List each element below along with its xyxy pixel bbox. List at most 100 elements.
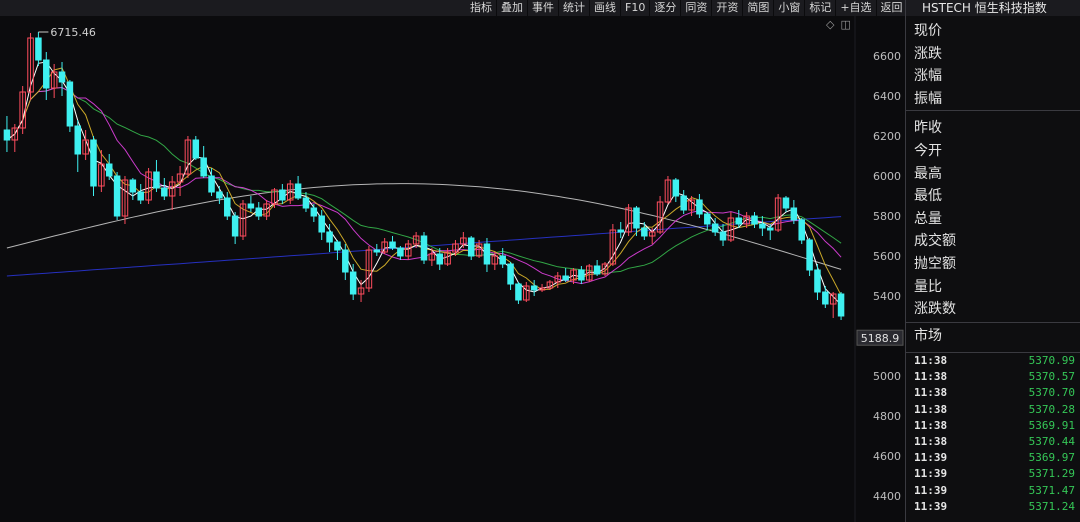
y-tick-label: 6600 bbox=[873, 50, 901, 63]
tick-price: 5371.47 bbox=[1028, 483, 1075, 497]
candle-body bbox=[279, 189, 286, 201]
candle-body bbox=[129, 179, 137, 193]
candle-body bbox=[436, 253, 443, 265]
quote-field-label: 涨幅 bbox=[914, 68, 942, 85]
toolbar-button[interactable]: 叠加 bbox=[497, 0, 528, 16]
toolbar-button[interactable]: 事件 bbox=[528, 0, 559, 16]
candle-body bbox=[74, 125, 82, 155]
tick-time: 11:39 bbox=[914, 467, 948, 481]
candle-body bbox=[397, 247, 404, 257]
candle-body bbox=[578, 269, 585, 281]
candle-body bbox=[719, 231, 727, 241]
candle-body bbox=[192, 139, 200, 159]
tick-price: 5369.97 bbox=[1028, 451, 1075, 465]
y-tick-label: 4600 bbox=[873, 450, 901, 463]
y-tick-label: 5000 bbox=[873, 370, 901, 383]
candle-body bbox=[326, 231, 333, 243]
candle-body bbox=[672, 179, 680, 197]
quote-field-label: 昨收 bbox=[914, 120, 942, 137]
toolbar-button[interactable]: 指标 bbox=[466, 0, 497, 16]
tick-price: 5369.91 bbox=[1028, 418, 1075, 432]
tick-list[interactable]: 11:38 5370.99 11:38 5370.57 11:38 5370.70 11:3… bbox=[906, 352, 1080, 515]
candle-body bbox=[822, 291, 829, 305]
candle-body bbox=[208, 175, 215, 193]
candle-body bbox=[617, 229, 624, 233]
candle-body bbox=[515, 283, 522, 301]
toolbar-button[interactable]: 逐分 bbox=[650, 0, 682, 16]
tick-row: 11:38 5370.70 bbox=[906, 385, 1080, 401]
candle-body bbox=[373, 249, 381, 253]
chart-icon-bar: ◇ ◫ bbox=[826, 18, 857, 31]
quote-field-label: 涨跌 bbox=[914, 45, 942, 62]
candle-body bbox=[814, 269, 821, 293]
tick-row: 11:39 5371.24 bbox=[906, 499, 1080, 515]
tick-time: 11:39 bbox=[914, 451, 948, 465]
market-label: 市场 bbox=[914, 328, 942, 344]
candle-body bbox=[137, 191, 144, 201]
quote-field-label: 今开 bbox=[914, 142, 942, 159]
toolbar-button[interactable]: 标记 bbox=[805, 0, 837, 16]
candle-body bbox=[735, 217, 743, 225]
tick-time: 11:39 bbox=[914, 499, 948, 513]
candle-body bbox=[294, 183, 302, 199]
toolbar-button[interactable]: 简图 bbox=[743, 0, 775, 16]
candle-body bbox=[530, 285, 538, 291]
quote-field-label: 成交额 bbox=[914, 233, 956, 250]
y-tick-label: 6400 bbox=[873, 90, 901, 103]
candlestick-chart[interactable]: 4400460048005000520054005600580060006200… bbox=[0, 16, 905, 522]
toolbar-button[interactable]: F10 bbox=[621, 0, 651, 16]
tick-price: 5370.99 bbox=[1028, 354, 1075, 367]
candle-body bbox=[302, 197, 310, 209]
quote-panel: HSTECH 恒生科技指数 现价 涨跌 涨幅 振幅 昨收 今开 最高 最低 总量 成交额 抛空额 量比… bbox=[905, 0, 1080, 522]
toolbar-button[interactable]: 开资 bbox=[712, 0, 744, 16]
tick-row: 11:38 5370.28 bbox=[906, 402, 1080, 418]
tick-price: 5371.24 bbox=[1028, 499, 1075, 513]
candle-body bbox=[231, 215, 239, 237]
tick-time: 11:38 bbox=[914, 386, 948, 400]
toolbar-button[interactable]: 同资 bbox=[681, 0, 713, 16]
quote-field-label: 振幅 bbox=[914, 90, 942, 107]
y-tick-label: 4400 bbox=[873, 490, 901, 503]
candle-body bbox=[43, 59, 50, 89]
quote-field-label: 现价 bbox=[914, 23, 942, 39]
candle-body bbox=[216, 191, 223, 199]
quote-field-label: 量比 bbox=[914, 278, 942, 295]
layout-icon[interactable]: ◫ bbox=[840, 18, 850, 31]
candle-body bbox=[562, 275, 569, 281]
candle-body bbox=[255, 207, 263, 217]
tick-price: 5370.57 bbox=[1028, 370, 1075, 384]
tick-row: 11:38 5370.57 bbox=[906, 369, 1080, 385]
y-tick-label: 5800 bbox=[873, 210, 901, 223]
y-tick-label: 6000 bbox=[873, 170, 901, 183]
index-title: HSTECH 恒生科技指数 bbox=[906, 0, 1080, 16]
toolbar-button[interactable]: 返回 bbox=[877, 0, 908, 16]
y-tick-label: 4800 bbox=[873, 410, 901, 423]
toolbar-button[interactable]: 小窗 bbox=[774, 0, 806, 16]
tick-time: 11:38 bbox=[914, 354, 948, 367]
quote-field-label: 涨跌数 bbox=[914, 301, 956, 318]
toolbar-button[interactable]: 统计 bbox=[559, 0, 590, 16]
candle-body bbox=[349, 271, 357, 295]
tick-row: 11:38 5369.91 bbox=[906, 418, 1080, 434]
toolbar-button[interactable]: +自选 bbox=[836, 0, 877, 16]
candle-body bbox=[66, 81, 74, 127]
diamond-icon[interactable]: ◇ bbox=[826, 18, 834, 31]
toolbar-button[interactable]: 画线 bbox=[590, 0, 621, 16]
candle-body bbox=[58, 71, 66, 83]
candle-body bbox=[105, 163, 113, 177]
candle-body bbox=[483, 243, 491, 265]
quote-field-label: 最低 bbox=[914, 188, 942, 205]
tick-time: 11:38 bbox=[914, 434, 948, 448]
candle-body bbox=[593, 265, 601, 275]
market-section: 市场 bbox=[906, 322, 1080, 347]
candle-body bbox=[334, 241, 341, 251]
tick-row: 11:39 5369.97 bbox=[906, 450, 1080, 466]
candle-body bbox=[641, 227, 648, 237]
tick-time: 11:38 bbox=[914, 402, 948, 416]
candle-body bbox=[790, 207, 798, 221]
tick-price: 5371.29 bbox=[1028, 467, 1075, 481]
candle-body bbox=[200, 157, 207, 177]
tick-time: 11:38 bbox=[914, 418, 948, 432]
candle-body bbox=[759, 223, 766, 229]
current-price-label: 5188.9 bbox=[861, 332, 900, 345]
